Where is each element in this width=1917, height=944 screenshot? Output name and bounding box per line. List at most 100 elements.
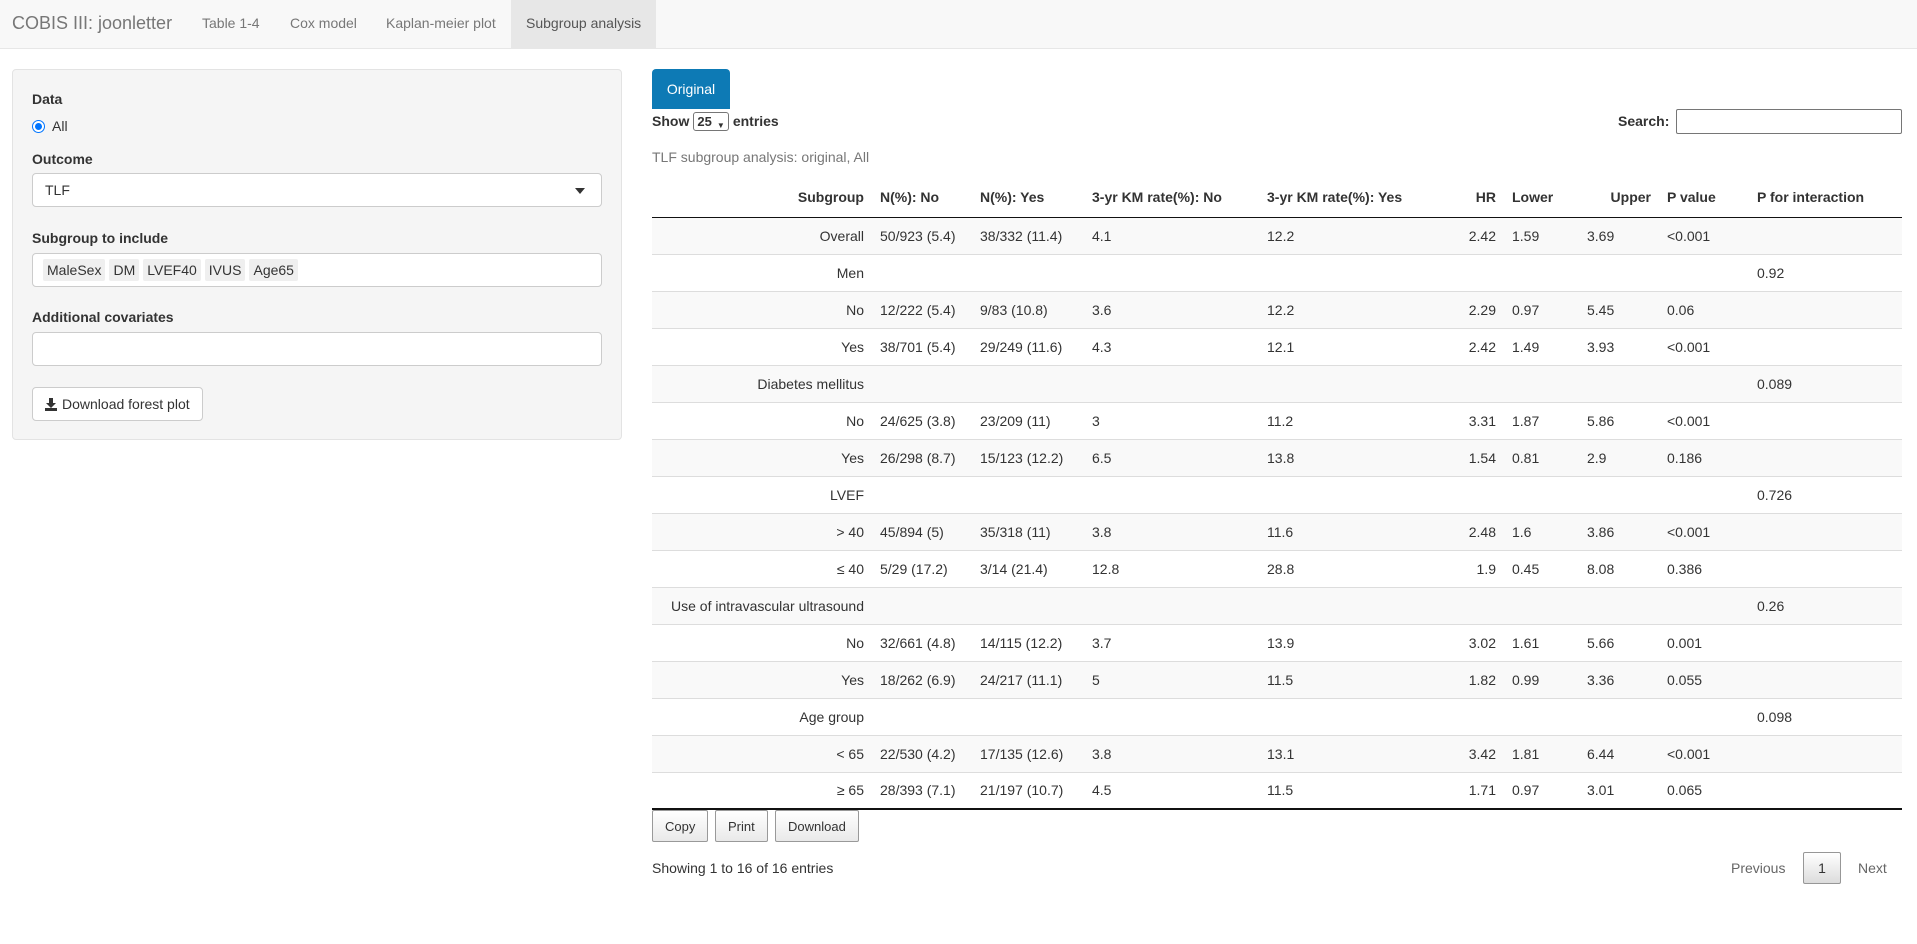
column-header[interactable]: 3-yr KM rate(%): Yes — [1259, 178, 1439, 218]
p-interaction-cell: 0.92 — [1749, 253, 1902, 291]
km-yes-cell: 11.2 — [1259, 401, 1439, 439]
navbar: COBIS III: joonletter Table 1-4 Cox mode… — [0, 0, 1917, 49]
column-header[interactable]: HR — [1439, 178, 1504, 218]
covariates-select[interactable] — [32, 332, 602, 366]
radio-selected-icon[interactable] — [32, 119, 45, 133]
n-yes-cell — [972, 253, 1084, 291]
p-value-cell — [1659, 475, 1749, 513]
table-row: > 40 45/894 (5) 35/318 (11) 3.8 11.6 2.48 1.6 3… — [652, 512, 1902, 550]
p-value-cell — [1659, 586, 1749, 624]
subgroup-cell: < 65 — [652, 734, 872, 772]
outcome-select[interactable]: TLF — [32, 173, 602, 207]
data-label: Data — [32, 91, 63, 107]
table-row: Diabetes mellitus 0.089 — [652, 364, 1902, 402]
subgroup-tag[interactable]: IVUS — [204, 259, 246, 281]
p-interaction-cell: 0.26 — [1749, 586, 1902, 624]
lower-cell: 1.61 — [1504, 623, 1579, 661]
km-no-cell — [1084, 697, 1259, 735]
km-no-cell: 3.7 — [1084, 623, 1259, 661]
download-forest-plot-button[interactable]: Download forest plot — [32, 387, 203, 421]
outcome-label: Outcome — [32, 151, 93, 167]
sidebar-panel: Data All Outcome TLF Subgroup to include… — [12, 69, 622, 440]
hr-cell: 2.42 — [1439, 327, 1504, 365]
column-header[interactable]: Lower — [1504, 178, 1579, 218]
tab-kaplan-meier-plot[interactable]: Kaplan-meier plot — [371, 0, 511, 49]
lower-cell: 0.97 — [1504, 290, 1579, 328]
upper-cell — [1579, 475, 1659, 513]
covariates-label: Additional covariates — [32, 309, 174, 325]
chevron-down-icon — [575, 188, 585, 194]
p-value-cell — [1659, 253, 1749, 291]
tab-subgroup-analysis[interactable]: Subgroup analysis — [511, 0, 657, 49]
n-no-cell: 24/625 (3.8) — [872, 401, 972, 439]
p-interaction-cell — [1749, 623, 1902, 661]
search-input[interactable] — [1676, 109, 1902, 134]
p-value-cell: <0.001 — [1659, 734, 1749, 772]
upper-cell: 2.9 — [1579, 438, 1659, 476]
subgroup-select[interactable]: MaleSex DM LVEF40 IVUS Age65 — [32, 253, 602, 287]
subgroup-tag[interactable]: DM — [109, 259, 140, 281]
tab-cox-model[interactable]: Cox model — [275, 0, 372, 49]
column-header[interactable]: 3-yr KM rate(%): No — [1084, 178, 1259, 218]
data-radio-all[interactable]: All — [32, 117, 68, 135]
column-header[interactable]: P value — [1659, 178, 1749, 218]
km-yes-cell — [1259, 253, 1439, 291]
column-header[interactable]: P for interaction — [1749, 178, 1902, 218]
subgroup-cell: Overall — [652, 217, 872, 254]
subgroup-cell: ≤ 40 — [652, 549, 872, 587]
km-yes-cell: 13.1 — [1259, 734, 1439, 772]
lower-cell: 0.97 — [1504, 771, 1579, 810]
n-yes-cell: 23/209 (11) — [972, 401, 1084, 439]
table-row: ≤ 40 5/29 (17.2) 3/14 (21.4) 12.8 28.8 1.9 0.4… — [652, 549, 1902, 587]
p-interaction-cell — [1749, 401, 1902, 439]
n-yes-cell — [972, 475, 1084, 513]
pagination-next[interactable]: Next — [1858, 860, 1887, 876]
pagination-previous[interactable]: Previous — [1731, 860, 1785, 876]
subgroup-tag[interactable]: LVEF40 — [143, 259, 201, 281]
km-no-cell: 5 — [1084, 660, 1259, 698]
subgroup-cell: Yes — [652, 660, 872, 698]
lower-cell: 0.99 — [1504, 660, 1579, 698]
km-no-cell — [1084, 364, 1259, 402]
km-no-cell: 3.8 — [1084, 734, 1259, 772]
km-yes-cell: 12.2 — [1259, 290, 1439, 328]
print-button[interactable]: Print — [715, 810, 768, 842]
tab-original[interactable]: Original — [652, 69, 730, 109]
km-no-cell: 6.5 — [1084, 438, 1259, 476]
table-row: ≥ 65 28/393 (7.1) 21/197 (10.7) 4.5 11.5 1.71… — [652, 771, 1902, 810]
upper-cell: 6.44 — [1579, 734, 1659, 772]
hr-cell: 1.71 — [1439, 771, 1504, 810]
upper-cell — [1579, 364, 1659, 402]
tab-table-1-4[interactable]: Table 1-4 — [187, 0, 275, 49]
column-header[interactable]: N(%): No — [872, 178, 972, 218]
lower-cell — [1504, 475, 1579, 513]
km-no-cell — [1084, 475, 1259, 513]
n-no-cell: 5/29 (17.2) — [872, 549, 972, 587]
km-yes-cell: 12.2 — [1259, 217, 1439, 254]
km-no-cell: 12.8 — [1084, 549, 1259, 587]
pagination-page-1[interactable]: 1 — [1803, 852, 1841, 884]
hr-cell: 3.31 — [1439, 401, 1504, 439]
lower-cell — [1504, 586, 1579, 624]
table-row: Overall 50/923 (5.4) 38/332 (11.4) 4.1 12.2 2… — [652, 217, 1902, 254]
p-value-cell: 0.06 — [1659, 290, 1749, 328]
table-row: No 24/625 (3.8) 23/209 (11) 3 11.2 3.31 1.87 5.… — [652, 401, 1902, 439]
column-header[interactable]: Subgroup — [652, 178, 872, 218]
column-header[interactable]: Upper — [1579, 178, 1659, 218]
subgroup-cell: Yes — [652, 438, 872, 476]
subgroup-tag[interactable]: MaleSex — [43, 259, 106, 281]
app-brand[interactable]: COBIS III: joonletter — [12, 0, 172, 46]
column-header[interactable]: N(%): Yes — [972, 178, 1084, 218]
copy-button[interactable]: Copy — [652, 810, 709, 842]
n-no-cell: 45/894 (5) — [872, 512, 972, 550]
subgroup-tag[interactable]: Age65 — [249, 259, 298, 281]
lower-cell: 0.45 — [1504, 549, 1579, 587]
download-button[interactable]: Download — [775, 810, 859, 842]
page-length-select[interactable]: 25 ▼ — [693, 111, 729, 131]
subgroup-cell: No — [652, 401, 872, 439]
table-caption: TLF subgroup analysis: original, All — [652, 149, 870, 165]
n-yes-cell — [972, 697, 1084, 735]
upper-cell: 3.01 — [1579, 771, 1659, 810]
n-yes-cell: 3/14 (21.4) — [972, 549, 1084, 587]
subgroup-cell: > 40 — [652, 512, 872, 550]
